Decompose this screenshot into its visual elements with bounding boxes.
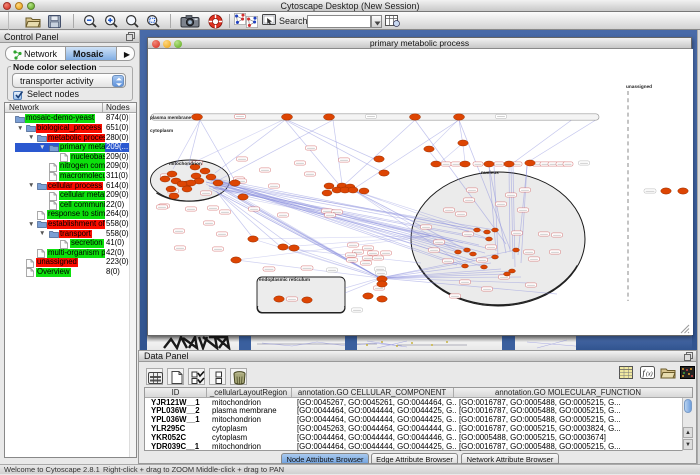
svg-text:(x): (x) <box>646 371 653 378</box>
svg-text:cytoplasm: cytoplasm <box>150 128 173 133</box>
svg-text:endoplasmic reticulum: endoplasmic reticulum <box>259 277 310 282</box>
svg-text:nucleus: nucleus <box>481 170 499 175</box>
svg-text:unassigned: unassigned <box>626 84 652 89</box>
svg-text:plasma membrane: plasma membrane <box>150 115 192 120</box>
svg-text:mitochondrion: mitochondrion <box>169 161 202 166</box>
